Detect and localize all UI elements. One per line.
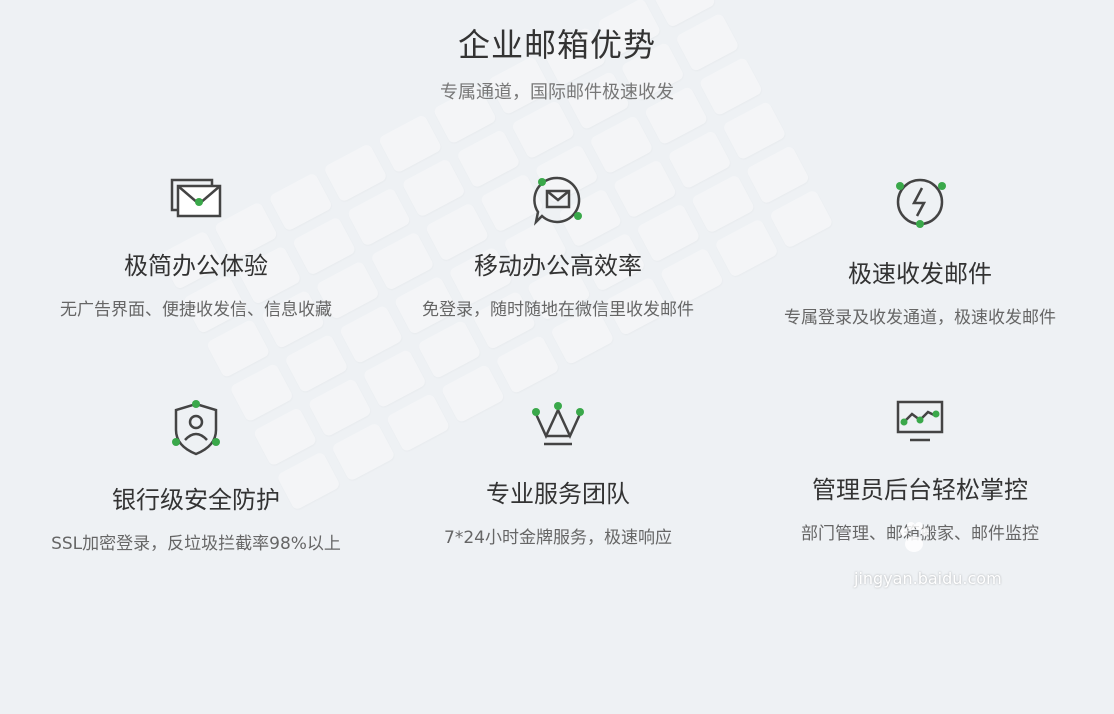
- paw-logo-icon: [900, 522, 929, 552]
- feature-description: 专属登录及收发通道，极速收发邮件: [784, 308, 1056, 328]
- feature-description: 免登录，随时随地在微信里收发邮件: [422, 300, 694, 320]
- page-title: 企业邮箱优势: [457, 26, 656, 64]
- feature-description: 7*24小时金牌服务，极速响应: [444, 528, 672, 548]
- feature-description: 无广告界面、便捷收发信、信息收藏: [60, 300, 332, 320]
- lightning-icon: [896, 178, 946, 228]
- background-keyboard-image: [158, 0, 1021, 714]
- page-subtitle: 专属通道，国际邮件极速收发: [440, 82, 674, 103]
- feature-title: 管理员后台轻松掌控: [812, 476, 1028, 504]
- baidu-jingyan-watermark: jingyan.baidu.com: [854, 518, 1054, 588]
- feature-card-security: 银行级安全防护 SSL加密登录，反垃圾拦截率98%以上: [16, 398, 376, 554]
- feature-title: 银行级安全防护: [112, 486, 280, 514]
- feature-title: 移动办公高效率: [474, 252, 642, 280]
- feature-card-simple-office: 极简办公体验 无广告界面、便捷收发信、信息收藏: [16, 172, 376, 320]
- feature-description: SSL加密登录，反垃圾拦截率98%以上: [51, 534, 341, 554]
- feature-card-service-team: 专业服务团队 7*24小时金牌服务，极速响应: [378, 398, 738, 548]
- feature-title: 专业服务团队: [486, 480, 630, 508]
- watermark-url: jingyan.baidu.com: [854, 569, 1002, 588]
- feature-card-fast-mail: 极速收发邮件 专属登录及收发通道，极速收发邮件: [740, 172, 1100, 328]
- chat-mail-icon: [533, 176, 582, 226]
- monitor-chart-icon: [896, 400, 944, 442]
- envelope-icon: [170, 178, 222, 218]
- shield-user-icon: [172, 400, 220, 456]
- crown-icon: [532, 402, 584, 446]
- feature-title: 极速收发邮件: [848, 260, 992, 288]
- feature-title: 极简办公体验: [124, 252, 268, 280]
- feature-card-mobile-office: 移动办公高效率 免登录，随时随地在微信里收发邮件: [378, 172, 738, 320]
